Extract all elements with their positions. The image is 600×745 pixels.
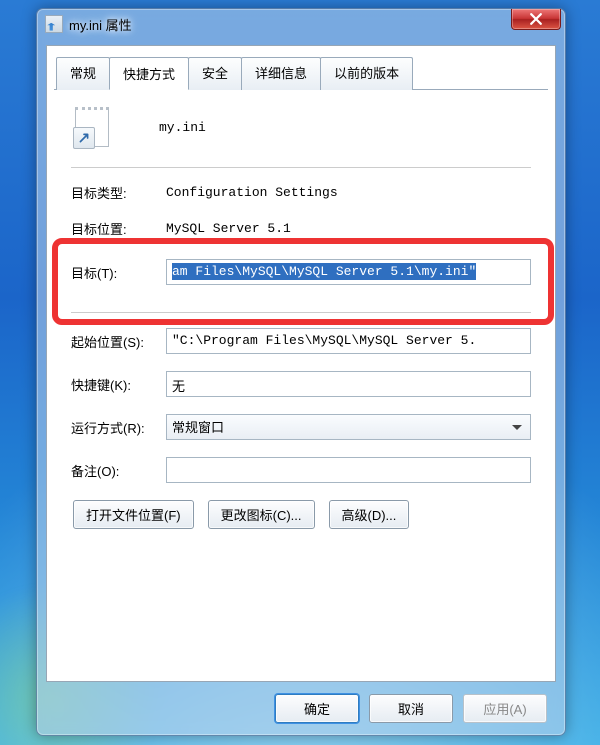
label-start-in: 起始位置(S): xyxy=(71,332,166,351)
select-run[interactable]: 常规窗口 xyxy=(166,414,531,440)
file-name: my.ini xyxy=(159,120,531,135)
cancel-button[interactable]: 取消 xyxy=(369,694,453,723)
close-button[interactable] xyxy=(511,9,561,30)
input-comment[interactable] xyxy=(166,457,531,483)
tab-general[interactable]: 常规 xyxy=(56,57,110,90)
dialog-button-row: 确定 取消 应用(A) xyxy=(275,694,547,723)
open-file-location-button[interactable]: 打开文件位置(F) xyxy=(73,500,194,529)
shortcut-arrow-icon xyxy=(78,132,90,144)
apply-button[interactable]: 应用(A) xyxy=(463,694,547,723)
label-hotkey: 快捷键(K): xyxy=(71,375,166,394)
label-target: 目标(T): xyxy=(71,263,166,282)
value-target-location: MySQL Server 5.1 xyxy=(166,221,531,236)
shortcut-file-icon xyxy=(75,107,109,147)
input-target[interactable]: am Files\MySQL\MySQL Server 5.1\my.ini" xyxy=(166,259,531,285)
ok-button[interactable]: 确定 xyxy=(275,694,359,723)
tab-previous-versions[interactable]: 以前的版本 xyxy=(320,57,413,90)
label-comment: 备注(O): xyxy=(71,461,166,480)
desktop-background: my.ini 属性 常规 快捷方式 安全 详细信息 以前的版本 xyxy=(0,0,600,745)
label-target-type: 目标类型: xyxy=(71,183,166,202)
value-target-type: Configuration Settings xyxy=(166,185,531,200)
file-icon xyxy=(45,15,63,33)
change-icon-button[interactable]: 更改图标(C)... xyxy=(208,500,315,529)
input-hotkey[interactable]: 无 xyxy=(166,371,531,397)
window-title: my.ini 属性 xyxy=(69,15,132,34)
tab-security[interactable]: 安全 xyxy=(188,57,242,90)
titlebar[interactable]: my.ini 属性 xyxy=(37,9,565,39)
label-run: 运行方式(R): xyxy=(71,418,166,437)
tab-strip: 常规 快捷方式 安全 详细信息 以前的版本 xyxy=(54,56,548,90)
properties-dialog: my.ini 属性 常规 快捷方式 安全 详细信息 以前的版本 xyxy=(36,8,566,736)
client-area: 常规 快捷方式 安全 详细信息 以前的版本 my. xyxy=(46,45,556,682)
input-start-in[interactable]: "C:\Program Files\MySQL\MySQL Server 5. xyxy=(166,328,531,354)
label-target-location: 目标位置: xyxy=(71,219,166,238)
tab-details[interactable]: 详细信息 xyxy=(241,57,321,90)
tab-shortcut[interactable]: 快捷方式 xyxy=(109,57,189,90)
tab-body-shortcut: my.ini 目标类型: Configuration Settings 目标位置… xyxy=(54,90,548,544)
advanced-button[interactable]: 高级(D)... xyxy=(329,500,410,529)
close-icon xyxy=(530,13,542,25)
